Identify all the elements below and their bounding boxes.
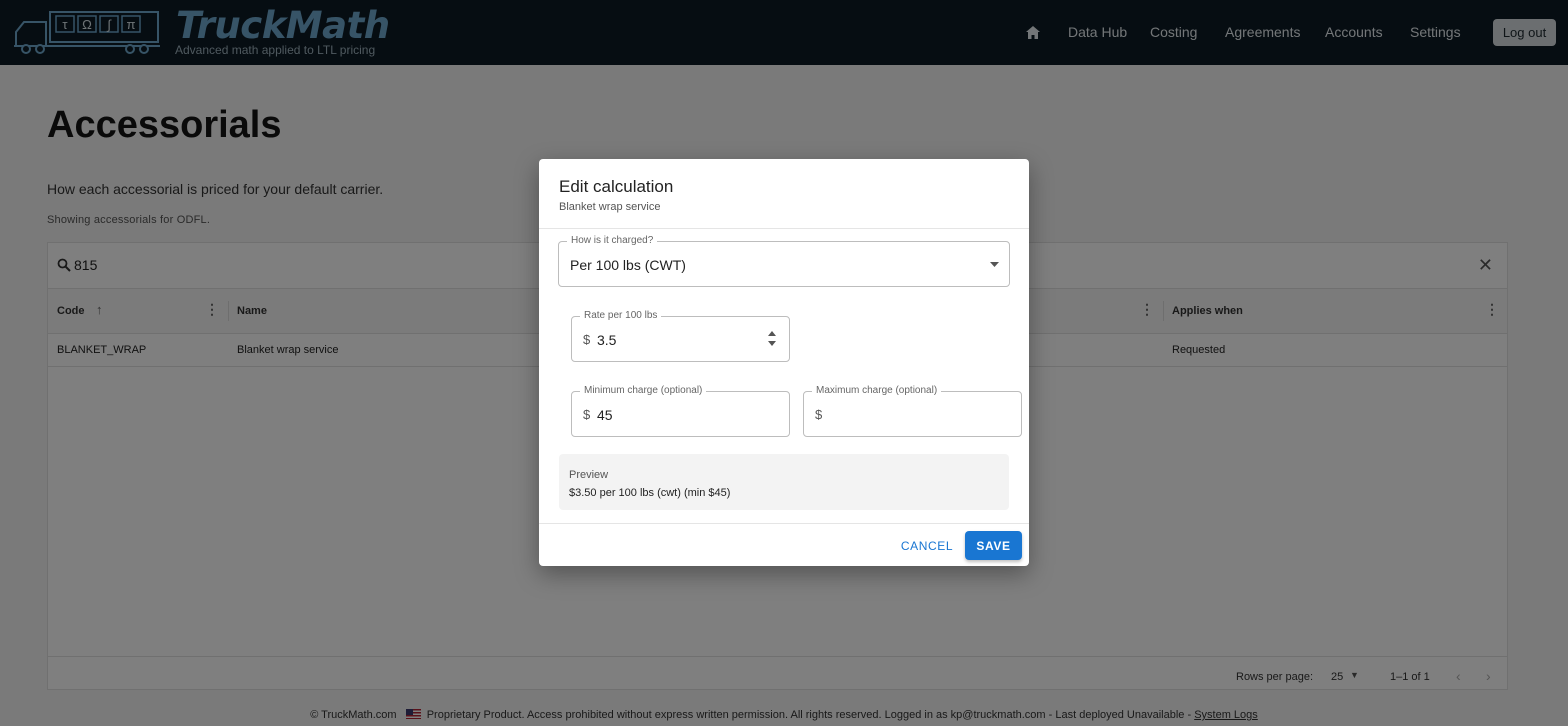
dialog-title: Edit calculation [559, 177, 674, 196]
rate-field[interactable]: Rate per 100 lbs $ 3.5 [571, 310, 790, 362]
charge-type-label: How is it charged? [567, 235, 658, 246]
minimum-charge-label: Minimum charge (optional) [580, 385, 707, 396]
currency-prefix: $ [815, 407, 823, 422]
minimum-charge-field[interactable]: Minimum charge (optional) $ 45 [571, 385, 790, 437]
minimum-charge-value[interactable]: 45 [597, 407, 613, 423]
preview-box: Preview $3.50 per 100 lbs (cwt) (min $45… [559, 454, 1009, 510]
charge-type-select[interactable]: How is it charged? Per 100 lbs (CWT) [558, 235, 1010, 287]
save-button[interactable]: SAVE [965, 531, 1022, 560]
cancel-button[interactable]: CANCEL [897, 531, 957, 561]
rate-value[interactable]: 3.5 [597, 332, 616, 348]
preview-label: Preview [569, 469, 609, 481]
charge-type-value: Per 100 lbs (CWT) [570, 257, 686, 273]
maximum-charge-label: Maximum charge (optional) [812, 385, 942, 396]
divider [539, 228, 1029, 229]
number-stepper-icon[interactable] [768, 330, 776, 348]
currency-prefix: $ [583, 332, 591, 347]
dialog-subtitle: Blanket wrap service [559, 201, 661, 213]
chevron-down-icon [990, 262, 999, 267]
divider [539, 523, 1029, 524]
edit-calculation-dialog: Edit calculation Blanket wrap service Ho… [539, 159, 1029, 566]
currency-prefix: $ [583, 407, 591, 422]
rate-label: Rate per 100 lbs [580, 310, 662, 321]
maximum-charge-field[interactable]: Maximum charge (optional) $ [803, 385, 1022, 437]
preview-text: $3.50 per 100 lbs (cwt) (min $45) [569, 487, 731, 499]
